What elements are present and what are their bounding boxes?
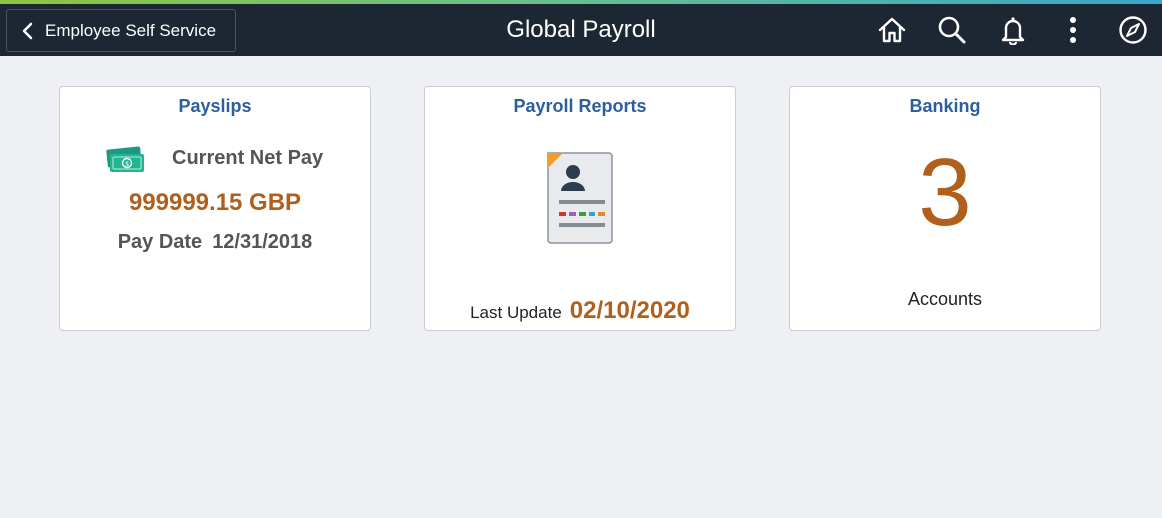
payslips-tile-title: Payslips: [178, 96, 252, 116]
chevron-left-icon: [21, 22, 35, 40]
net-pay-amount: 999999.15 GBP: [128, 189, 302, 216]
accounts-label: Accounts: [907, 289, 983, 309]
report-document-icon: [545, 151, 615, 245]
current-net-pay-label: Current Net Pay: [172, 147, 324, 169]
back-button-label: Employee Self Service: [45, 20, 217, 40]
payroll-reports-tile[interactable]: Payroll Reports Last Update 02/10/2020: [424, 86, 736, 331]
home-icon[interactable]: [876, 14, 908, 46]
last-update-row: Last Update 02/10/2020: [425, 297, 735, 325]
payslips-tile[interactable]: Payslips $ Current Net Pay 999999.15 GBP…: [59, 86, 371, 331]
accounts-count: 3: [918, 139, 972, 246]
search-icon[interactable]: [936, 14, 968, 46]
last-update-value: 02/10/2020: [569, 297, 690, 324]
app-header: Employee Self Service Global Payroll: [0, 4, 1162, 56]
compass-icon[interactable]: [1117, 14, 1149, 46]
last-update-label: Last Update: [470, 303, 562, 322]
bell-icon[interactable]: [997, 14, 1029, 46]
back-button[interactable]: Employee Self Service: [6, 9, 236, 52]
payroll-reports-tile-title: Payroll Reports: [513, 96, 647, 116]
pay-date-value: 12/31/2018: [212, 231, 313, 253]
banking-tile[interactable]: Banking 3 Accounts: [789, 86, 1101, 331]
money-icon: $: [105, 145, 147, 175]
pay-date-row: Pay Date 12/31/2018: [60, 231, 370, 254]
pay-date-label: Pay Date: [117, 231, 203, 253]
more-vertical-icon[interactable]: [1057, 14, 1089, 46]
banking-tile-title: Banking: [909, 96, 981, 116]
